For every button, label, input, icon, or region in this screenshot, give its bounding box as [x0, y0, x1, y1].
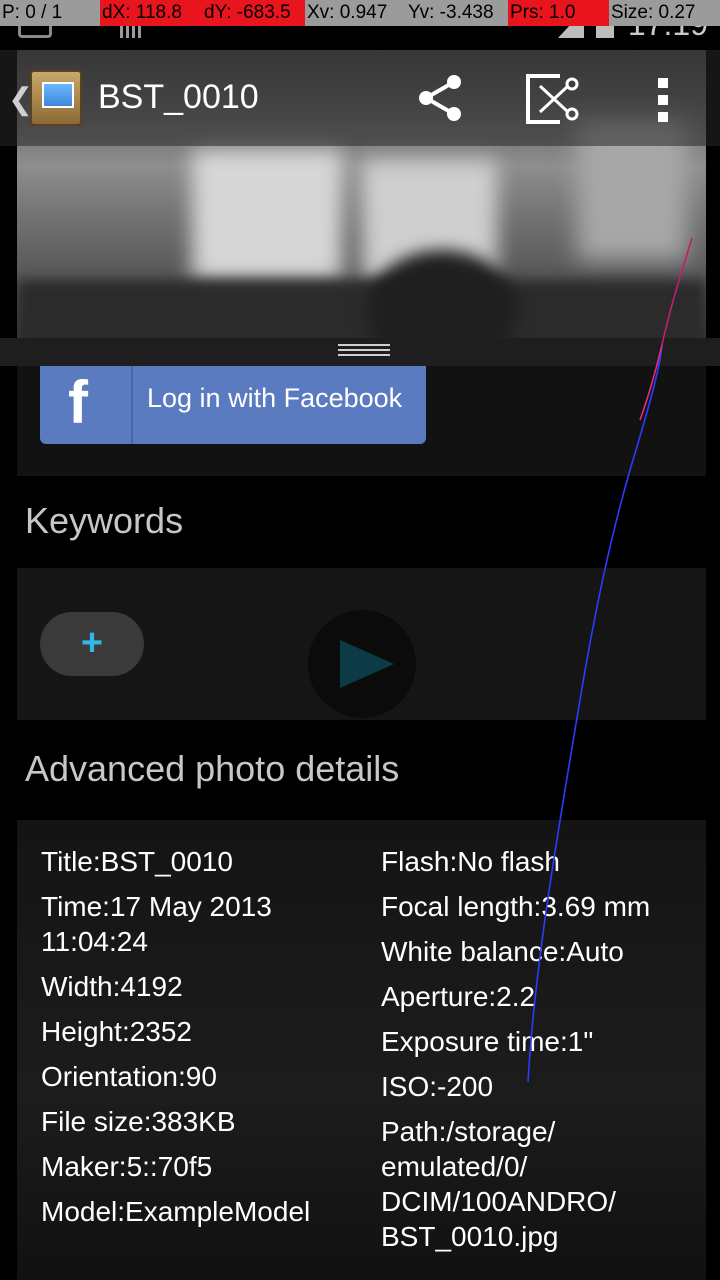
- keywords-heading: Keywords: [25, 500, 184, 541]
- debug-pointer-count: P: 0 / 1: [0, 0, 102, 26]
- debug-size: Size: 0.27: [609, 0, 720, 26]
- facebook-login-button[interactable]: f Log in with Facebook: [40, 366, 426, 444]
- detail-file-size: File size:383KB: [41, 1106, 236, 1137]
- detail-maker: Maker:5::70f5: [41, 1151, 213, 1182]
- add-keyword-button[interactable]: +: [40, 612, 144, 676]
- debug-delta-x: dX: 118.8: [100, 0, 204, 26]
- share-icon[interactable]: [414, 72, 466, 124]
- panel-drag-handle[interactable]: [0, 338, 720, 366]
- detail-exposure-time: Exposure time:1": [381, 1026, 594, 1057]
- detail-height: Height:2352: [41, 1016, 193, 1047]
- facebook-icon: f: [68, 369, 88, 436]
- app-icon[interactable]: [30, 70, 82, 126]
- debug-velocity-x: Xv: 0.947: [305, 0, 408, 26]
- advanced-details-heading: Advanced photo details: [25, 748, 400, 789]
- detail-title: Title:BST_0010: [41, 846, 233, 877]
- pointer-debug-overlay: P: 0 / 1 dX: 118.8 dY: -683.5 Xv: 0.947 …: [0, 0, 720, 26]
- details-right-column: Flash:No flash Focal length:3.69 mm Whit…: [381, 844, 701, 1264]
- detail-orientation: Orientation:90: [41, 1061, 217, 1092]
- detail-width: Width:4192: [41, 971, 183, 1002]
- details-left-column: Title:BST_0010 Time:17 May 2013 11:04:24…: [41, 844, 371, 1239]
- detail-model: Model:ExampleModel: [41, 1196, 311, 1227]
- overflow-menu-icon[interactable]: [650, 76, 676, 124]
- detail-path: Path:/storage/ emulated/0/ DCIM/100ANDRO…: [381, 1116, 616, 1252]
- photo-window-blur: [192, 150, 342, 280]
- detail-white-balance: White balance:Auto: [381, 936, 624, 967]
- facebook-logo-box: f: [40, 366, 133, 444]
- page-title: BST_0010: [98, 78, 259, 116]
- detail-time: Time:17 May 2013 11:04:24: [41, 891, 272, 957]
- debug-pressure: Prs: 1.0: [508, 0, 611, 26]
- debug-velocity-y: Yv: -3.438: [406, 0, 510, 26]
- facebook-login-label: Log in with Facebook: [147, 383, 403, 413]
- debug-delta-y: dY: -683.5: [202, 0, 307, 26]
- detail-aperture: Aperture:2.2: [381, 981, 536, 1012]
- crop-icon[interactable]: [524, 72, 580, 126]
- photo-desk-blur: [17, 280, 706, 340]
- detail-iso: ISO:-200: [381, 1071, 494, 1102]
- detail-focal-length: Focal length:3.69 mm: [381, 891, 651, 922]
- action-bar: ❮ BST_0010: [0, 50, 720, 146]
- drag-grip-icon: [338, 344, 390, 358]
- detail-flash: Flash:No flash: [381, 846, 560, 877]
- play-icon[interactable]: [308, 610, 416, 718]
